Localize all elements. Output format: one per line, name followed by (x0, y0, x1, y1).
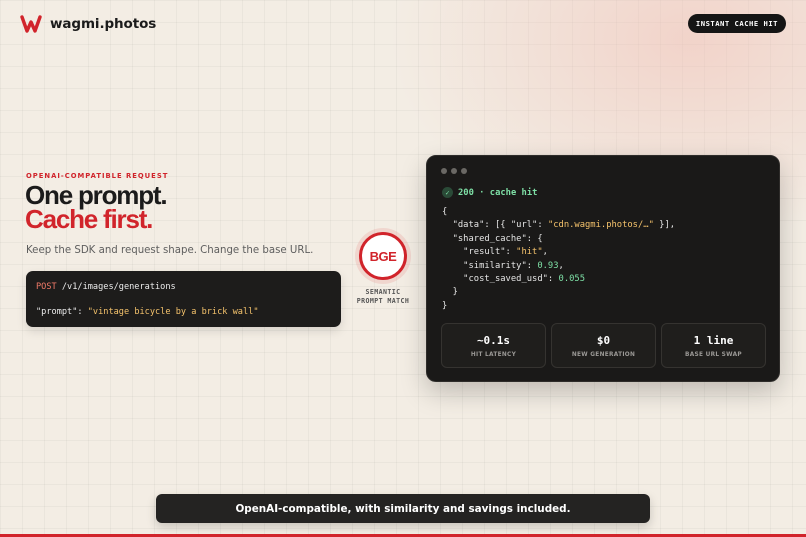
stats-row: ~0.1s HIT LATENCY $0 NEW GENERATION 1 li… (441, 323, 766, 368)
code-line: "data": [{ "url": "cdn.wagmi.photos/…" }… (442, 219, 675, 232)
instant-cache-hit-badge: INSTANT CACHE HIT (687, 14, 786, 33)
code-line: } (442, 287, 458, 298)
response-json: { "data": [{ "url": "cdn.wagmi.photos/…"… (442, 206, 675, 313)
headline-line-2: Cache first. (25, 204, 153, 234)
wagmi-logo-icon (20, 14, 42, 34)
code-line: { (442, 207, 448, 217)
stat-value: ~0.1s (476, 333, 511, 347)
request-method: POST (36, 282, 57, 292)
window-dot-icon (451, 168, 457, 174)
code-token: }], (653, 220, 676, 231)
request-path: /v1/images/generations (56, 282, 176, 292)
stat-hit-latency: ~0.1s HIT LATENCY (441, 323, 546, 368)
response-panel: ✓ 200 · cache hit { "data": [{ "url": "c… (426, 155, 780, 382)
bge-circle: BGE (359, 232, 407, 280)
code-string: "hit" (516, 247, 543, 258)
stat-value: $0 (596, 333, 611, 347)
hero-headline: One prompt. Cache first. (25, 182, 168, 234)
brand-logo[interactable]: wagmi.photos (20, 14, 156, 34)
code-token: "result": (442, 247, 517, 258)
window-dots (441, 168, 467, 174)
code-token: , (558, 260, 564, 271)
stat-label: BASE URL SWAP (685, 351, 742, 358)
code-number: 0.93 (537, 260, 559, 271)
bge-badge: BGE (355, 228, 411, 284)
footer-toast: OpenAI-compatible, with similarity and s… (156, 494, 650, 523)
prompt-value: "vintage bicycle by a brick wall" (87, 307, 259, 317)
prompt-key: "prompt": (36, 307, 88, 317)
window-dot-icon (461, 168, 467, 174)
hero-eyebrow: OPENAI-COMPATIBLE REQUEST (26, 172, 169, 180)
code-line: "cost_saved_usd": 0.055 (442, 273, 675, 286)
bge-caption-line-2: PROMPT MATCH (356, 297, 410, 305)
response-status: ✓ 200 · cache hit (442, 187, 537, 198)
stat-label: HIT LATENCY (470, 351, 517, 358)
code-token: "similarity": (442, 260, 538, 271)
code-line: "shared_cache": { (442, 233, 543, 244)
hero-subtitle: Keep the SDK and request shape. Change t… (26, 245, 314, 256)
bge-caption-line-1: SEMANTIC (365, 288, 401, 296)
window-dot-icon (441, 168, 447, 174)
code-token: "data": [{ "url": (442, 220, 548, 231)
check-icon: ✓ (442, 187, 453, 198)
code-number: 0.055 (558, 274, 586, 285)
code-line: "result": "hit", (442, 246, 675, 259)
stat-label: NEW GENERATION (571, 351, 636, 358)
response-status-text: 200 · cache hit (458, 187, 538, 198)
code-token: "cost_saved_usd": (442, 274, 559, 285)
code-line: "similarity": 0.93, (442, 260, 675, 273)
code-line: } (442, 300, 448, 311)
code-string: "cdn.wagmi.photos/…" (547, 220, 654, 231)
stat-new-generation: $0 NEW GENERATION (551, 323, 656, 368)
code-token: , (542, 247, 548, 258)
stat-value: 1 line (693, 333, 734, 347)
request-code-card: POST /v1/images/generations "prompt": "v… (26, 271, 341, 327)
request-prompt-line: "prompt": "vintage bicycle by a brick wa… (36, 306, 331, 319)
bge-caption: SEMANTIC PROMPT MATCH (343, 288, 423, 306)
request-line: POST /v1/images/generations (36, 281, 331, 294)
brand-name: wagmi.photos (50, 16, 157, 32)
stat-base-url-swap: 1 line BASE URL SWAP (661, 323, 766, 368)
